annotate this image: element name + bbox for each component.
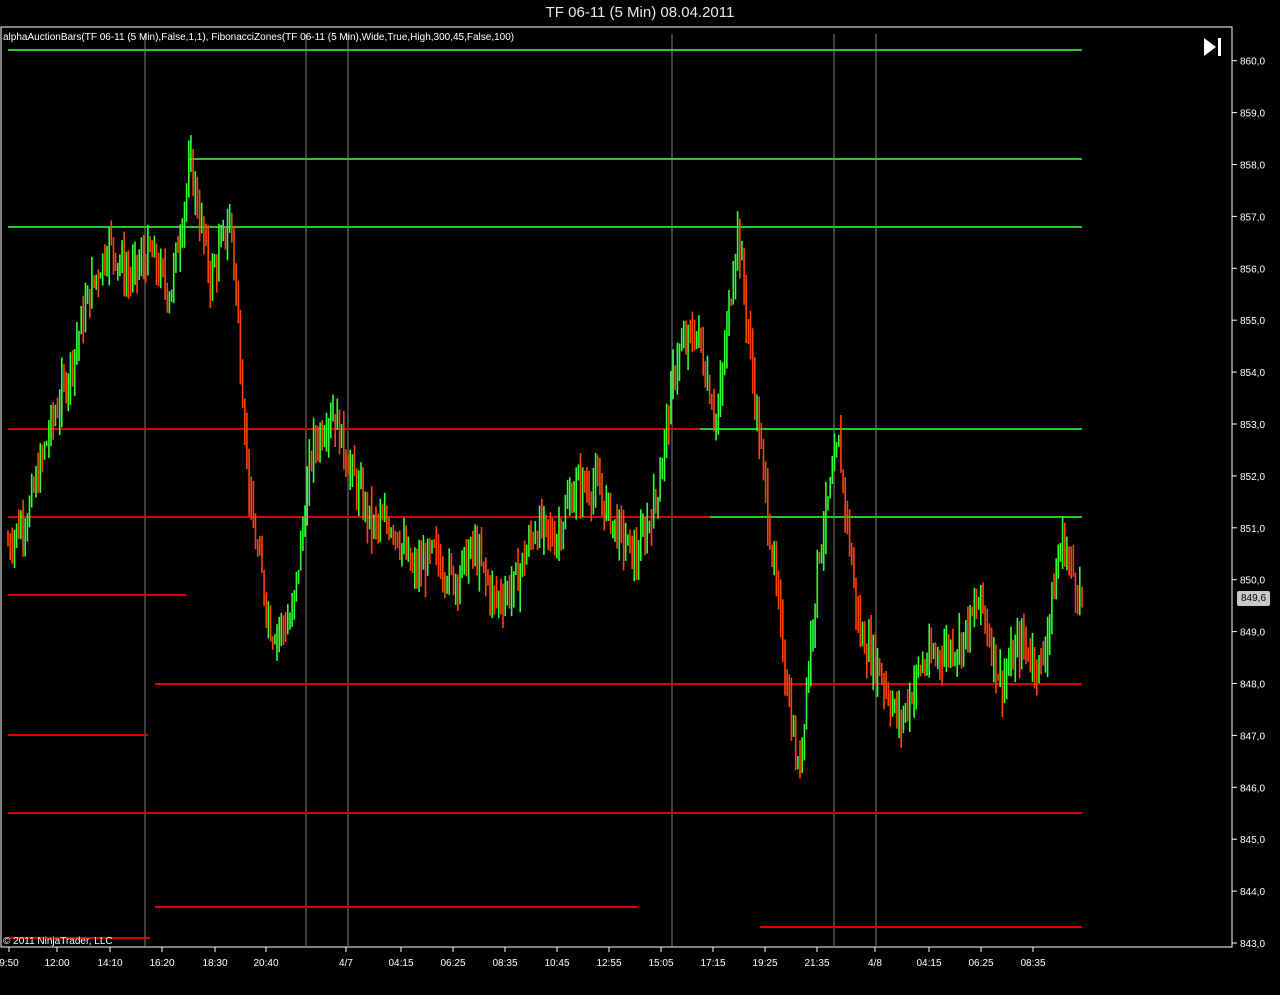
plot-frame bbox=[0, 26, 1233, 948]
x-tick-label: 9:50 bbox=[0, 958, 19, 969]
y-tick-label: 857,0 bbox=[1240, 212, 1265, 223]
x-tick-label: 04:15 bbox=[388, 958, 413, 969]
y-tick-label: 860,0 bbox=[1240, 57, 1265, 68]
x-tick-label: 15:05 bbox=[648, 958, 673, 969]
y-tick-label: 845,0 bbox=[1240, 835, 1265, 846]
x-tick-label: 08:35 bbox=[492, 958, 517, 969]
y-tick-label: 854,0 bbox=[1240, 368, 1265, 379]
y-tick-label: 859,0 bbox=[1240, 109, 1265, 120]
y-tick-label: 843,0 bbox=[1240, 939, 1265, 950]
x-tick-label: 4/8 bbox=[868, 958, 882, 969]
y-tick-label: 847,0 bbox=[1240, 731, 1265, 742]
y-tick-label: 851,0 bbox=[1240, 524, 1265, 535]
y-tick-label: 846,0 bbox=[1240, 783, 1265, 794]
fibonacci-zones bbox=[8, 49, 1082, 939]
y-tick-label: 858,0 bbox=[1240, 161, 1265, 172]
x-tick-label: 21:35 bbox=[804, 958, 829, 969]
price-chart[interactable]: 860,0 859,0 858,0 857,0 856,0 855,0 854,0 853,0… bbox=[0, 0, 1280, 995]
indicator-label: alphaAuctionBars(TF 06-11 (5 Min),False,… bbox=[3, 32, 515, 43]
x-tick-label: 16:20 bbox=[149, 958, 174, 969]
price-axis[interactable]: 860,0 859,0 858,0 857,0 856,0 855,0 854,0 853,0… bbox=[1232, 57, 1265, 950]
x-tick-label: 10:45 bbox=[544, 958, 569, 969]
x-tick-label: 12:00 bbox=[44, 958, 69, 969]
x-tick-label: 19:25 bbox=[752, 958, 777, 969]
y-tick-label: 852,0 bbox=[1240, 472, 1265, 483]
x-tick-label: 20:40 bbox=[253, 958, 278, 969]
x-tick-label: 18:30 bbox=[202, 958, 227, 969]
scroll-to-end-button[interactable] bbox=[1199, 34, 1227, 60]
x-tick-label: 17:15 bbox=[700, 958, 725, 969]
x-tick-label: 14:10 bbox=[97, 958, 122, 969]
x-tick-label: 08:35 bbox=[1020, 958, 1045, 969]
y-tick-label: 848,0 bbox=[1240, 680, 1265, 691]
y-tick-label: 856,0 bbox=[1240, 264, 1265, 275]
x-tick-label: 06:25 bbox=[968, 958, 993, 969]
x-tick-label: 4/7 bbox=[339, 958, 353, 969]
y-tick-label: 850,0 bbox=[1240, 576, 1265, 587]
last-price-tag: 849,6 bbox=[1237, 591, 1270, 606]
copyright-label: © 2011 NinjaTrader, LLC bbox=[3, 936, 113, 947]
y-tick-label: 844,0 bbox=[1240, 887, 1265, 898]
y-tick-label: 853,0 bbox=[1240, 420, 1265, 431]
x-tick-label: 06:25 bbox=[440, 958, 465, 969]
skip-to-end-icon bbox=[1204, 38, 1221, 56]
y-tick-label: 849,0 bbox=[1240, 628, 1265, 639]
time-axis[interactable]: 9:50 12:00 14:10 16:20 18:30 20:40 4/7 04:15 06:… bbox=[0, 947, 1046, 969]
x-tick-label: 12:55 bbox=[596, 958, 621, 969]
price-bars bbox=[7, 135, 1083, 779]
y-tick-label: 855,0 bbox=[1240, 316, 1265, 327]
x-tick-label: 04:15 bbox=[916, 958, 941, 969]
